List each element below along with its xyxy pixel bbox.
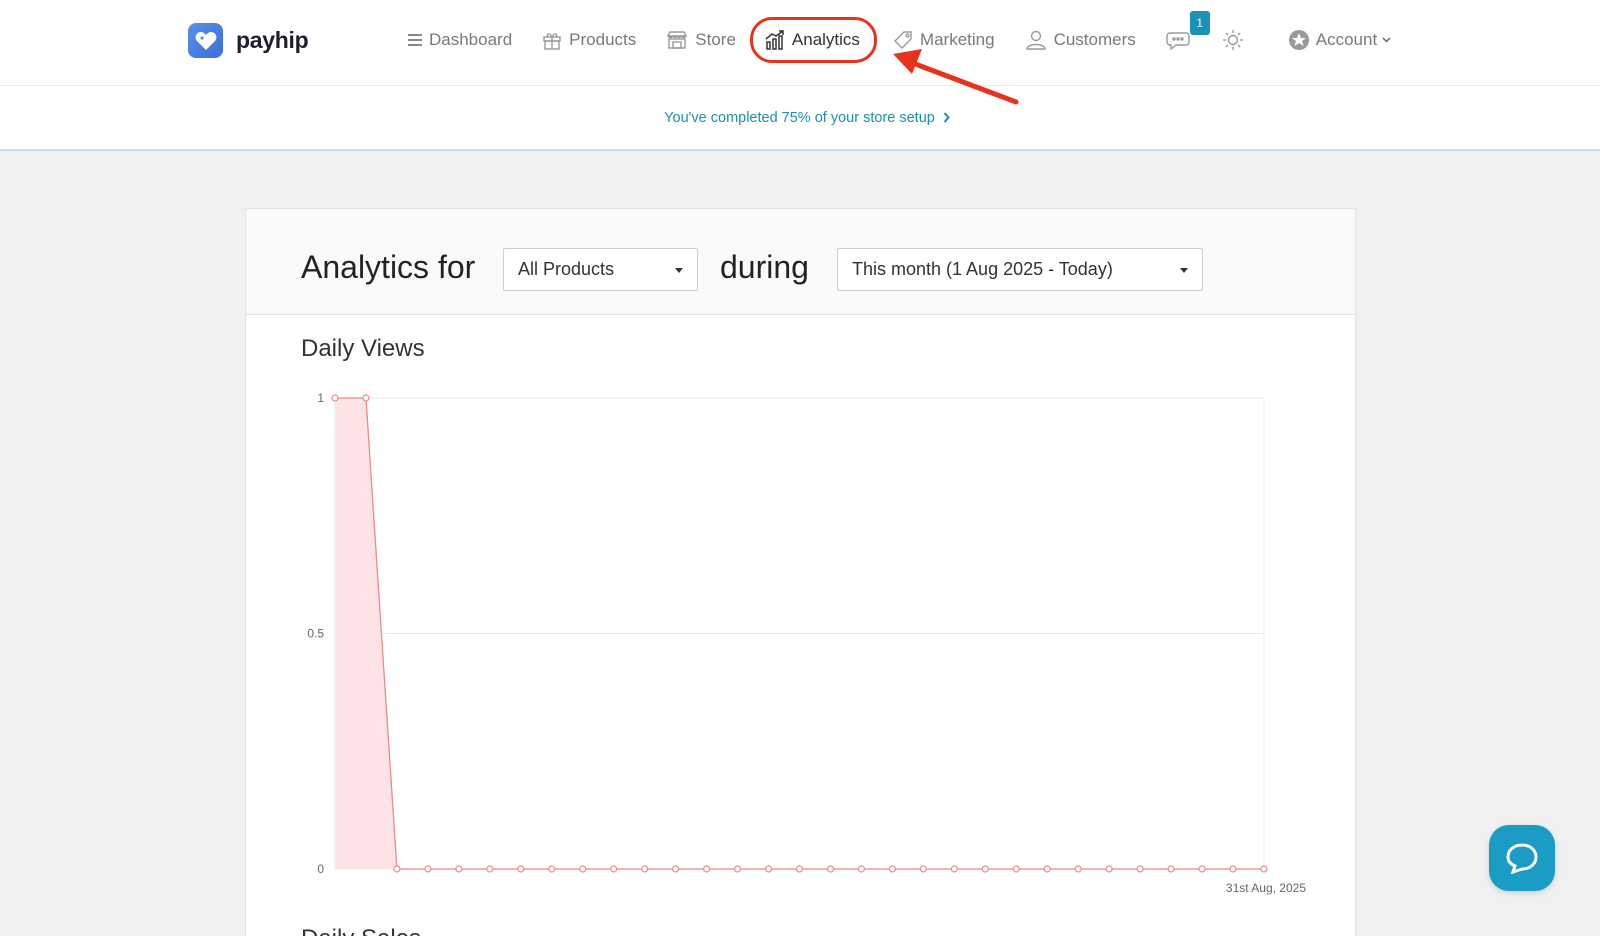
nav-marketing-label: Marketing bbox=[919, 30, 995, 49]
main-nav: Dashboard Products Store Analytics Marke… bbox=[408, 11, 1391, 63]
data-point bbox=[1074, 865, 1082, 873]
store-icon bbox=[667, 31, 688, 49]
y-tick-label: 0.5 bbox=[307, 627, 324, 641]
data-point bbox=[424, 865, 432, 873]
data-point bbox=[950, 865, 958, 873]
analytics-icon bbox=[765, 30, 784, 50]
theme-toggle[interactable] bbox=[1222, 22, 1244, 58]
data-point bbox=[331, 394, 339, 402]
data-point bbox=[795, 865, 804, 873]
chat-icon bbox=[1166, 32, 1190, 50]
nav-customers-label: Customers bbox=[1053, 30, 1136, 49]
data-point bbox=[888, 865, 897, 873]
data-point bbox=[1229, 865, 1237, 873]
x-tick-label: 31st Aug, 2025 bbox=[1226, 881, 1306, 895]
account-label: Account bbox=[1315, 30, 1378, 49]
data-point bbox=[1136, 865, 1144, 873]
data-point bbox=[455, 865, 463, 873]
data-point bbox=[579, 865, 587, 873]
data-point bbox=[1260, 865, 1268, 873]
account-star-icon bbox=[1288, 30, 1309, 50]
data-point bbox=[1105, 865, 1113, 873]
data-point bbox=[641, 865, 649, 873]
nav-customers[interactable]: Customers bbox=[1025, 22, 1136, 58]
data-point bbox=[548, 865, 556, 873]
tag-icon bbox=[893, 31, 912, 49]
daily-views-chart: 1 0.5 0 31st Aug, 2025 bbox=[307, 391, 1306, 895]
gift-icon bbox=[543, 33, 561, 50]
y-tick-label: 0 bbox=[317, 862, 324, 876]
setup-progress-text: You've completed 75% of your store setup bbox=[664, 109, 935, 126]
data-point bbox=[393, 865, 401, 873]
nav-products-label: Products bbox=[569, 30, 637, 49]
nav-dashboard-label: Dashboard bbox=[429, 30, 513, 49]
brand-name: payhip bbox=[236, 27, 309, 53]
data-point bbox=[703, 865, 711, 873]
data-point bbox=[672, 865, 680, 873]
nav-analytics-label: Analytics bbox=[791, 30, 860, 49]
messages-button[interactable]: 1 bbox=[1166, 11, 1210, 58]
nav-dashboard[interactable]: Dashboard bbox=[408, 22, 512, 58]
nav-marketing[interactable]: Marketing bbox=[893, 22, 995, 58]
payhip-heart-icon bbox=[188, 23, 223, 58]
data-point bbox=[1012, 865, 1020, 873]
data-point bbox=[610, 865, 618, 873]
data-point bbox=[981, 865, 989, 873]
data-point bbox=[1043, 865, 1051, 873]
data-point bbox=[919, 865, 927, 873]
y-tick-label: 1 bbox=[317, 391, 324, 405]
data-point bbox=[1167, 865, 1175, 873]
chevron-down-icon bbox=[1382, 37, 1391, 43]
sun-icon bbox=[1222, 30, 1243, 50]
data-point bbox=[1198, 865, 1206, 873]
nav-store[interactable]: Store bbox=[666, 22, 736, 58]
nav-products[interactable]: Products bbox=[542, 22, 636, 58]
menu-icon bbox=[408, 34, 422, 46]
analytics-card: Analytics for All Products during This m… bbox=[245, 208, 1356, 936]
data-point bbox=[733, 865, 742, 873]
data-point bbox=[826, 865, 835, 873]
data-point bbox=[764, 865, 773, 873]
data-point bbox=[486, 865, 494, 873]
nav-store-label: Store bbox=[695, 30, 736, 49]
brand-logo[interactable]: payhip bbox=[188, 23, 309, 58]
top-navbar: payhip Dashboard Products Store Analytic… bbox=[0, 0, 1600, 86]
help-chat-button[interactable] bbox=[1489, 825, 1555, 891]
user-icon bbox=[1025, 30, 1046, 50]
data-point bbox=[362, 394, 370, 402]
chevron-right-icon bbox=[943, 112, 950, 123]
nav-analytics[interactable]: Analytics bbox=[749, 17, 877, 63]
messages-badge: 1 bbox=[1189, 11, 1210, 35]
data-point bbox=[517, 865, 525, 873]
chat-bubble-icon bbox=[1506, 843, 1538, 874]
setup-progress-bar: You've completed 75% of your store setup bbox=[0, 86, 1600, 151]
setup-progress-link[interactable]: You've completed 75% of your store setup bbox=[664, 110, 950, 126]
data-point bbox=[857, 865, 866, 873]
account-menu[interactable]: Account bbox=[1288, 22, 1391, 58]
daily-sales-title: Daily Sales bbox=[301, 925, 421, 936]
